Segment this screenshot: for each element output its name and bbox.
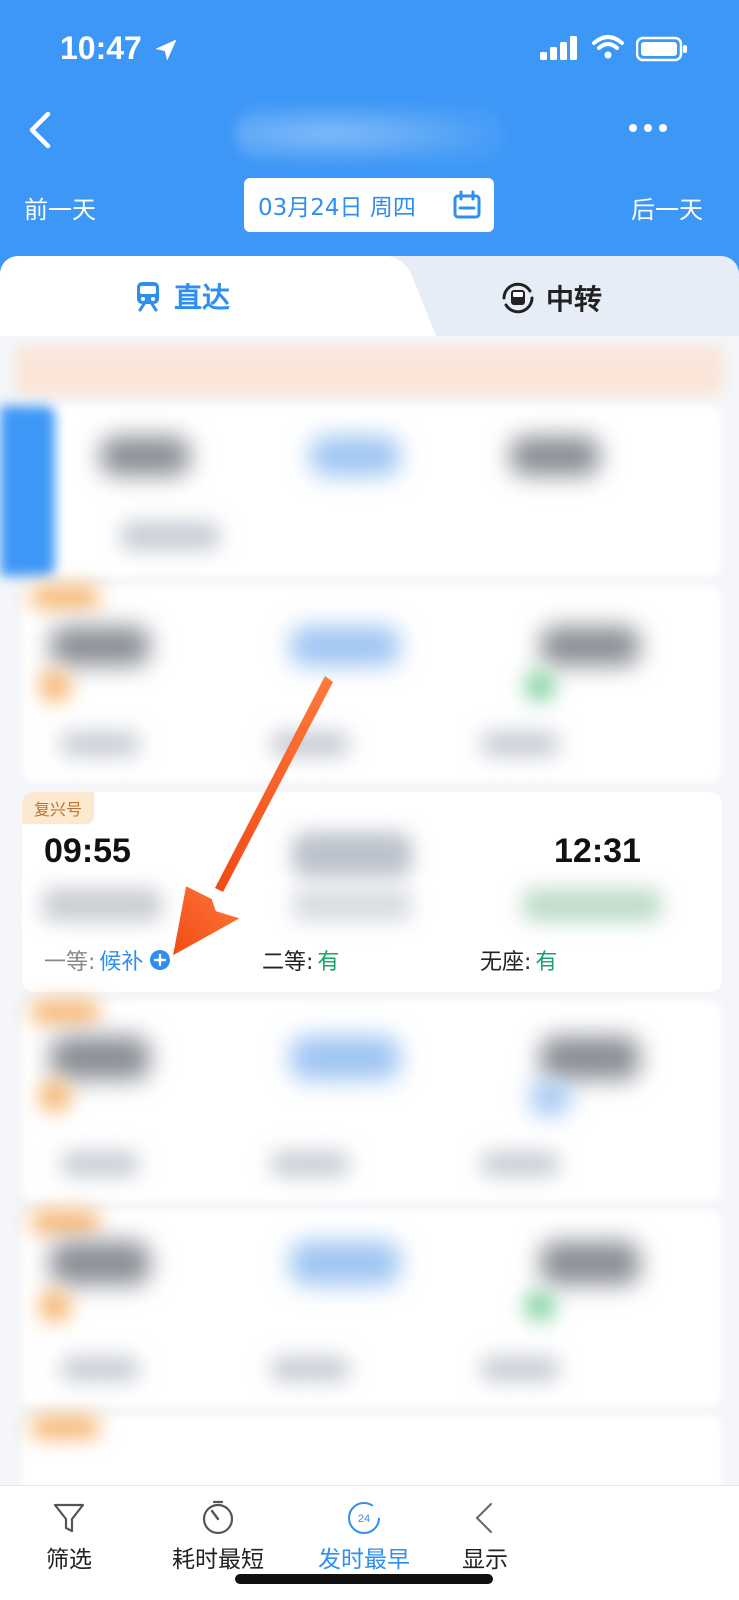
battery-icon (636, 36, 687, 62)
filter-button[interactable]: 筛选 (46, 1500, 92, 1574)
blur-block (60, 731, 140, 757)
blur-block (40, 671, 70, 701)
blur-block (50, 626, 150, 666)
cellular-signal-icon (540, 36, 577, 60)
tab-direct-label: 直达 (174, 281, 231, 314)
seat-status: 候补 (99, 950, 144, 975)
train-card[interactable]: 复兴号 09:55 12:31 一等: 候补 二等: 有 无座: 有 (22, 792, 722, 992)
annotation-arrow-icon (169, 676, 333, 960)
seat-no-seat[interactable]: 无座: 有 (480, 944, 557, 976)
seat-first-class[interactable]: 一等: 候补 (44, 944, 171, 976)
blur-block (30, 1416, 100, 1438)
blur-block (120, 521, 220, 551)
stopwatch-icon (202, 1500, 234, 1535)
notice-banner-blurred (16, 346, 723, 396)
train-type-badge: 复兴号 (22, 792, 95, 824)
blur-block (100, 436, 190, 476)
blur-block (540, 1036, 640, 1080)
blur-block (525, 1291, 555, 1321)
tab-bar: 直达 中转 (0, 256, 739, 336)
earliest-departure-label: 发时最早 (318, 1547, 410, 1573)
blur-block (40, 1081, 70, 1111)
tab-direct[interactable]: 直达 (132, 276, 230, 316)
blur-block (30, 1001, 100, 1023)
blur-block (270, 1356, 350, 1382)
blur-block (540, 1241, 640, 1285)
location-arrow-icon (155, 39, 177, 61)
train-card-blurred[interactable] (22, 1416, 722, 1486)
blur-block (60, 1151, 140, 1177)
arrival-time: 12:31 (554, 832, 641, 870)
blur-block (480, 731, 560, 757)
blur-block (40, 1291, 70, 1321)
blur-block (290, 1036, 400, 1080)
blur-block (50, 1241, 150, 1285)
blur-block (525, 671, 555, 701)
header: 10:47 前一天 03月24日 周四 后一天 (0, 0, 739, 300)
earliest-departure-button[interactable]: 24 发时最早 (318, 1500, 410, 1574)
blur-block (30, 586, 100, 608)
blur-block (522, 888, 662, 922)
wifi-icon (592, 35, 624, 59)
tab-transfer-label: 中转 (546, 283, 603, 316)
departure-time: 09:55 (44, 832, 131, 870)
blur-block (310, 436, 400, 476)
blur-block (30, 1211, 100, 1233)
blur-block (480, 1151, 560, 1177)
train-list: 复兴号 09:55 12:31 一等: 候补 二等: 有 无座: 有 (0, 336, 739, 1486)
blur-block (270, 1151, 350, 1177)
tab-transfer[interactable]: 中转 (500, 278, 602, 318)
date-label: 03月24日 周四 (258, 195, 416, 221)
blur-block (290, 626, 400, 666)
next-day-button[interactable]: 后一天 (631, 190, 703, 225)
date-side-tab-blurred (0, 406, 55, 576)
blur-block (510, 436, 600, 476)
svg-text:24: 24 (358, 1513, 370, 1525)
status-bar: 10:47 (0, 0, 739, 100)
shortest-duration-label: 耗时最短 (172, 1547, 264, 1573)
seat-status: 有 (535, 950, 558, 975)
home-indicator (235, 1574, 493, 1584)
calendar-icon (453, 190, 481, 219)
train-card-blurred[interactable] (22, 406, 722, 576)
transfer-train-icon (502, 282, 534, 314)
shortest-duration-button[interactable]: 耗时最短 (172, 1500, 264, 1574)
chevron-left-icon (475, 1503, 492, 1533)
blur-block (480, 1356, 560, 1382)
back-icon[interactable] (22, 108, 56, 152)
display-toggle-button[interactable]: 显示 (462, 1500, 508, 1574)
date-selector[interactable]: 03月24日 周四 (244, 178, 494, 232)
blur-block (290, 1241, 400, 1285)
filter-label: 筛选 (46, 1547, 92, 1573)
train-icon (137, 282, 159, 312)
blur-block (60, 1356, 140, 1382)
prev-day-button[interactable]: 前一天 (24, 190, 96, 225)
blur-block (530, 1081, 570, 1115)
seat-label: 无座: (480, 950, 532, 975)
page-title-blurred (235, 105, 505, 163)
blur-block (42, 888, 162, 922)
status-time: 10:47 (60, 30, 142, 66)
filter-icon (53, 1503, 85, 1533)
more-icon[interactable] (628, 120, 668, 136)
seat-label: 一等: (44, 950, 96, 975)
blur-block (540, 626, 640, 666)
clock-24-icon: 24 (348, 1502, 380, 1534)
blur-block (50, 1036, 150, 1080)
display-label: 显示 (462, 1547, 508, 1573)
